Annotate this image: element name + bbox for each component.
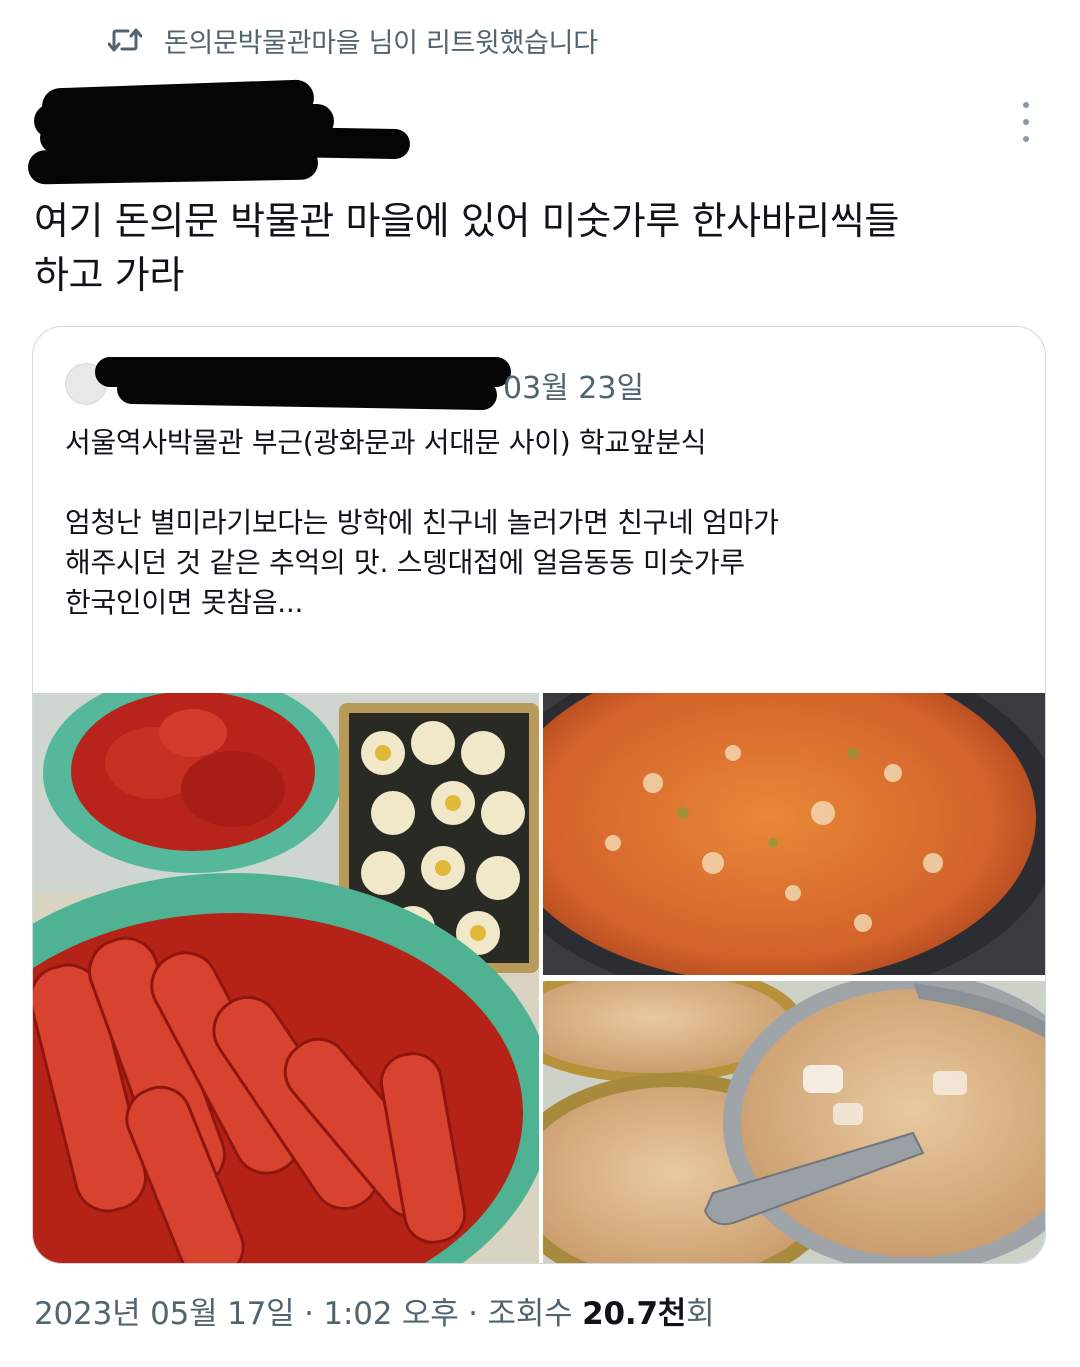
retweet-banner[interactable]: 돈의문박물관마을 님이 리트윗했습니다: [108, 18, 598, 62]
quoted-tweet-card[interactable]: 03월 23일 서울역사박물관 부근(광화문과 서대문 사이) 학교앞분식 엄청…: [32, 326, 1046, 1264]
quoted-tweet-date: 03월 23일: [503, 371, 645, 406]
divider: [0, 1362, 1080, 1363]
views-count: 20.7천: [582, 1296, 687, 1332]
more-options-button[interactable]: [1016, 102, 1036, 142]
meta-separator: ·: [458, 1296, 488, 1332]
views-suffix: 회: [686, 1296, 715, 1332]
more-vertical-icon: [1023, 102, 1029, 108]
quoted-tweet-text: 서울역사박물관 부근(광화문과 서대문 사이) 학교앞분식 엄청난 별미라기보다…: [65, 426, 779, 619]
tweet-date[interactable]: 2023년 05월 17일: [34, 1296, 295, 1332]
photo-tteokbokki[interactable]: [33, 693, 553, 1264]
retweet-banner-text: 돈의문박물관마을 님이 리트윗했습니다: [164, 27, 598, 59]
meta-separator: ·: [294, 1296, 324, 1332]
tweet-text: 여기 돈의문 박물관 마을에 있어 미숫가루 한사바리씩들 하고 가라: [34, 199, 899, 297]
retweet-icon: [108, 28, 142, 52]
photo-misutgaru[interactable]: [503, 963, 1046, 1264]
tweet-meta: 2023년 05월 17일 · 1:02 오후 · 조회수 20.7천회: [34, 1288, 715, 1333]
media-grid[interactable]: [33, 693, 1046, 1264]
views-label: 조회수: [487, 1296, 583, 1332]
photo-kimchi-pancake[interactable]: [483, 693, 1046, 1003]
tweet-time[interactable]: 1:02 오후: [323, 1296, 458, 1332]
